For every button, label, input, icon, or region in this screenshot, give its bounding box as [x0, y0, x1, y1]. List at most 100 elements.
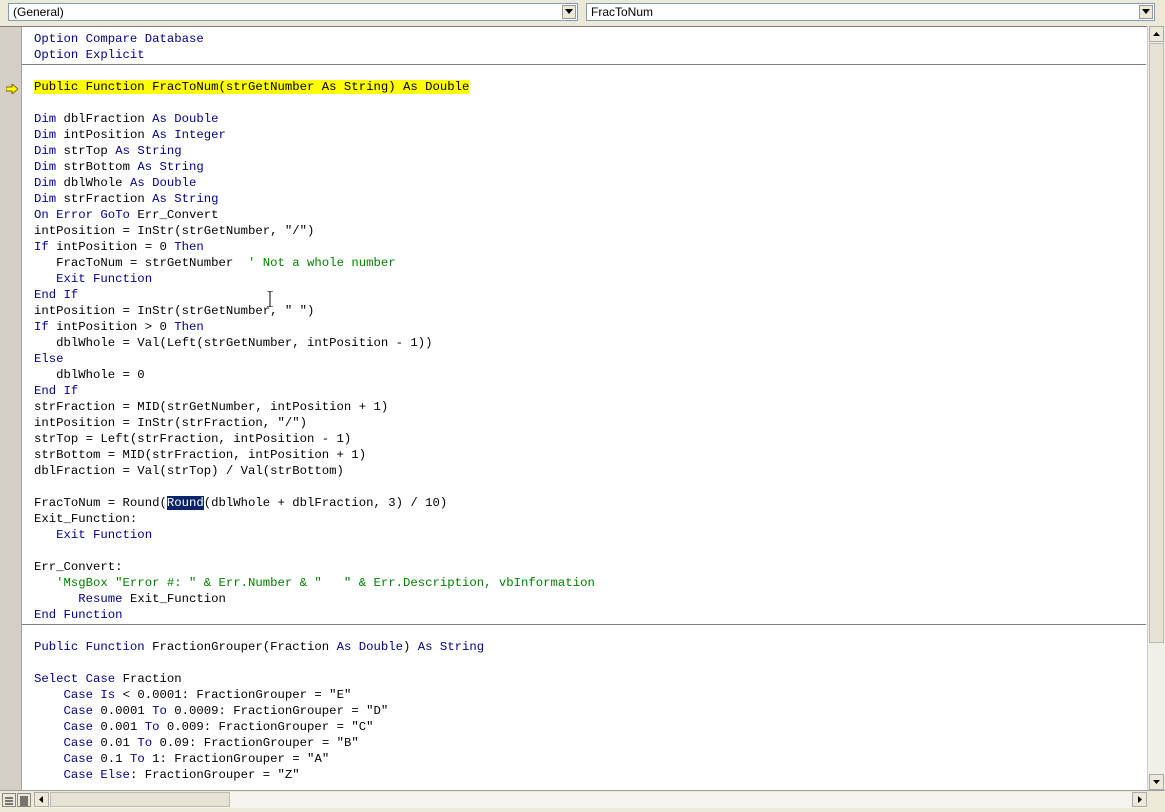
code-token: )	[402, 640, 418, 654]
code-line[interactable]: Option Compare Database	[34, 31, 204, 47]
procedure-combo-value: FracToNum	[591, 5, 654, 19]
margin-indicator-bar[interactable]	[0, 27, 22, 790]
code-token: FracToNum = strGetNumber	[34, 256, 249, 270]
code-token: Err_Convert:	[34, 560, 123, 574]
code-line[interactable]: strBottom = MID(strFraction, intPosition…	[34, 447, 366, 463]
code-token: strTop = Left(strFraction, intPosition -…	[34, 432, 352, 446]
code-line[interactable]: Case Is < 0.0001: FractionGrouper = "E"	[34, 687, 352, 703]
code-token: Resume	[34, 592, 130, 606]
code-line[interactable]: Dim dblWhole As Double	[34, 175, 196, 191]
code-line[interactable]: End If	[34, 287, 78, 303]
vertical-scroll-thumb[interactable]	[1149, 43, 1164, 643]
code-line[interactable]: End If	[34, 383, 78, 399]
code-line[interactable]: If intPosition > 0 Then	[34, 319, 204, 335]
code-line[interactable]: Case 0.01 To 0.09: FractionGrouper = "B"	[34, 735, 359, 751]
code-token: 0.09: FractionGrouper = "B"	[159, 736, 359, 750]
code-line[interactable]: Else	[34, 351, 64, 367]
code-token: Fraction	[122, 672, 182, 686]
code-token: Dim	[34, 112, 64, 126]
chevron-down-icon[interactable]	[562, 5, 576, 19]
code-line[interactable]: On Error GoTo Err_Convert	[34, 207, 219, 223]
code-token: Public Function	[34, 640, 153, 654]
code-token: Err_Convert	[137, 208, 219, 222]
code-token: As String	[137, 160, 204, 174]
code-token: Option Explicit	[34, 48, 145, 62]
code-token: Dim	[34, 160, 64, 174]
procedure-view-button[interactable]	[2, 793, 16, 807]
scroll-up-button[interactable]	[1149, 26, 1164, 42]
code-line[interactable]: Exit_Function:	[34, 511, 137, 527]
code-line[interactable]: Public Function FractionGrouper(Fraction…	[34, 639, 484, 655]
code-token: To	[152, 704, 175, 718]
code-line[interactable]: Case Else: FractionGrouper = "Z"	[34, 767, 300, 783]
code-line[interactable]: dblWhole = 0	[34, 367, 145, 383]
code-line[interactable]: strFraction = MID(strGetNumber, intPosit…	[34, 399, 388, 415]
object-combo[interactable]: (General)	[8, 3, 578, 21]
code-token: Dim	[34, 144, 64, 158]
code-token: strBottom	[63, 160, 138, 174]
code-token: FractionGrouper(Fraction	[152, 640, 337, 654]
code-token: 1: FractionGrouper = "A"	[152, 752, 330, 766]
chevron-down-icon[interactable]	[1139, 5, 1153, 19]
code-token: Dim	[34, 192, 64, 206]
vertical-scrollbar[interactable]	[1147, 26, 1165, 790]
code-line[interactable]: Exit Function	[34, 271, 152, 287]
code-token: 0.0009: FractionGrouper = "D"	[174, 704, 389, 718]
code-line[interactable]: Dim intPosition As Integer	[34, 127, 226, 143]
code-token: If	[34, 240, 57, 254]
code-token: Then	[174, 320, 204, 334]
code-line[interactable]: Select Case Fraction	[34, 671, 182, 687]
code-line[interactable]: Case 0.1 To 1: FractionGrouper = "A"	[34, 751, 330, 767]
code-token: As String	[152, 192, 219, 206]
code-token: End If	[34, 288, 79, 302]
scroll-down-button[interactable]	[1149, 774, 1164, 790]
code-token: If	[34, 320, 57, 334]
horizontal-scroll-thumb[interactable]	[50, 792, 230, 807]
code-line[interactable]: Dim strTop As String	[34, 143, 182, 159]
code-line[interactable]: intPosition = InStr(strGetNumber, "/")	[34, 223, 314, 239]
code-token: Exit Function	[34, 272, 153, 286]
code-token: 0.01	[100, 736, 138, 750]
procedure-combo[interactable]: FracToNum	[586, 3, 1155, 21]
code-token: To	[144, 720, 167, 734]
code-editor[interactable]: Option Compare Database Option Explicit Pu…	[0, 26, 1165, 790]
code-token: Else	[34, 352, 64, 366]
scroll-right-button[interactable]	[1132, 792, 1147, 807]
code-line[interactable]: Dim strFraction As String	[34, 191, 219, 207]
code-line[interactable]: Case 0.001 To 0.009: FractionGrouper = "…	[34, 719, 374, 735]
code-line[interactable]: End Function	[34, 607, 123, 623]
code-line[interactable]: Dim dblFraction As Double	[34, 111, 219, 127]
code-token: End If	[34, 384, 79, 398]
code-token: dblFraction	[63, 112, 153, 126]
code-line[interactable]: strTop = Left(strFraction, intPosition -…	[34, 431, 351, 447]
code-line[interactable]: Dim strBottom As String	[34, 159, 204, 175]
horizontal-scrollbar[interactable]	[34, 792, 1147, 808]
code-line[interactable]: If intPosition = 0 Then	[34, 239, 204, 255]
ibeam-cursor-icon	[267, 291, 273, 307]
code-token: To	[129, 752, 153, 766]
code-line[interactable]: Err_Convert:	[34, 559, 123, 575]
code-token: Select Case	[34, 672, 123, 686]
code-token: Case	[34, 720, 101, 734]
code-area[interactable]: Option Compare Database Option Explicit Pu…	[22, 27, 1146, 790]
code-token: intPosition = 0	[56, 240, 175, 254]
code-token: dblWhole = Val(Left(strGetNumber, intPos…	[34, 336, 433, 350]
code-line[interactable]: dblWhole = Val(Left(strGetNumber, intPos…	[34, 335, 432, 351]
full-module-view-button[interactable]	[17, 793, 31, 807]
code-line[interactable]: intPosition = InStr(strFraction, "/")	[34, 415, 307, 431]
code-line[interactable]: FracToNum = strGetNumber ' Not a whole n…	[34, 255, 395, 271]
code-line[interactable]: FracToNum = Round(Round(dblWhole + dblFr…	[34, 495, 447, 511]
code-line[interactable]: Exit Function	[34, 527, 152, 543]
code-line[interactable]: Case 0.0001 To 0.0009: FractionGrouper =…	[34, 703, 389, 719]
code-token: Option Compare Database	[34, 32, 204, 46]
code-token: Exit Function	[34, 528, 153, 542]
code-line[interactable]: dblFraction = Val(strTop) / Val(strBotto…	[34, 463, 344, 479]
procedure-separator	[22, 64, 1146, 65]
code-line[interactable]: Option Explicit	[34, 47, 145, 63]
code-line[interactable]: 'MsgBox "Error #: " & Err.Number & " " &…	[34, 575, 595, 591]
code-line[interactable]: Resume Exit_Function	[34, 591, 226, 607]
code-token: Round	[166, 496, 204, 510]
code-line[interactable]: Public Function FracToNum(strGetNumber A…	[34, 79, 470, 95]
scroll-left-button[interactable]	[34, 792, 49, 807]
code-token: intPosition = InStr(strGetNumber, "/")	[34, 224, 315, 238]
